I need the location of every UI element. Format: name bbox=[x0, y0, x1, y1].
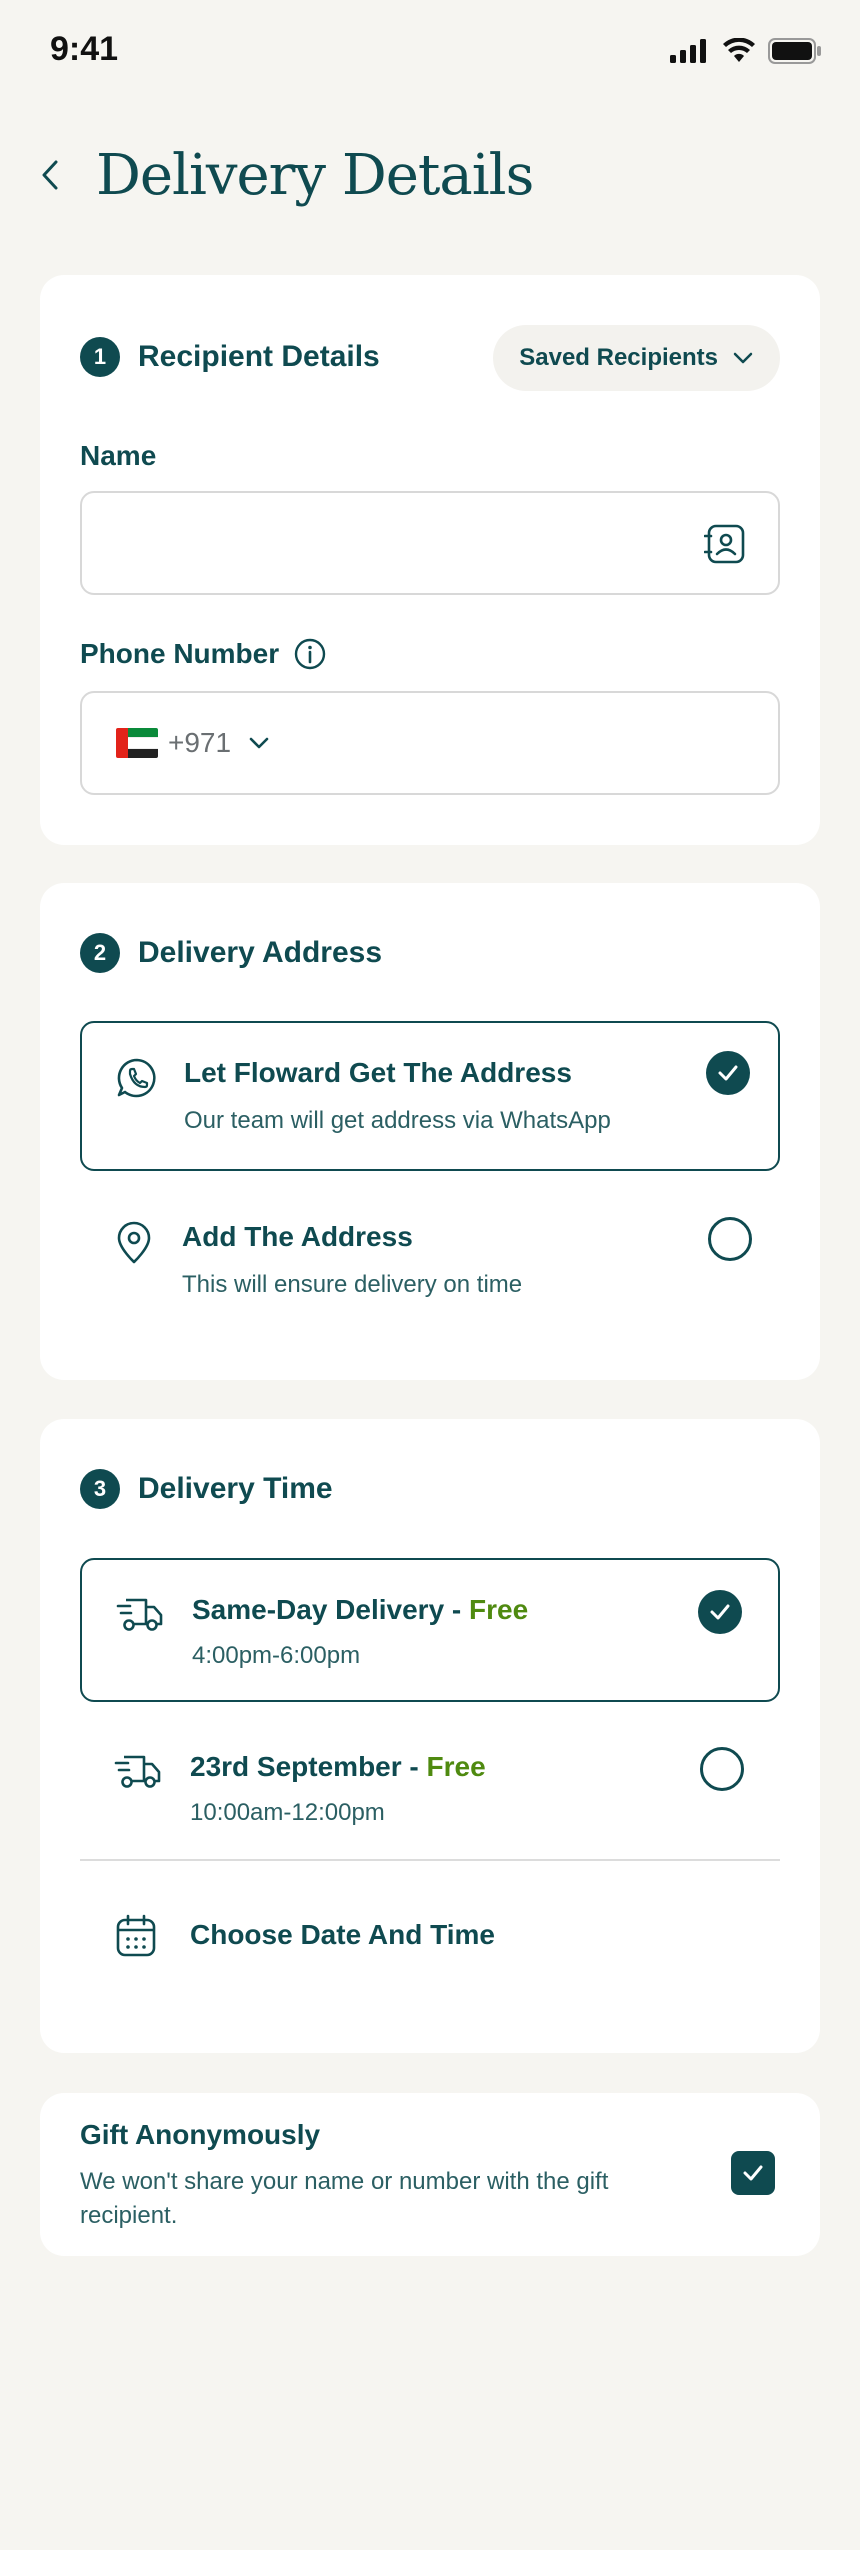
delivery-option-label: Same-Day Delivery - bbox=[192, 1594, 470, 1625]
price-free: Free bbox=[469, 1594, 529, 1625]
delivery-time-card: 3 Delivery Time Same-Day Delivery - Free… bbox=[40, 1419, 820, 2053]
address-option-floward[interactable]: Let Floward Get The Address Our team wil… bbox=[80, 1021, 780, 1171]
uae-flag-icon bbox=[116, 728, 158, 758]
check-icon bbox=[710, 1604, 730, 1620]
delivery-address-card: 2 Delivery Address Let Floward Get The A… bbox=[40, 883, 820, 1380]
step-number-badge: 3 bbox=[80, 1469, 120, 1509]
phone-number-input[interactable]: +971 bbox=[80, 691, 780, 795]
saved-recipients-label: Saved Recipients bbox=[519, 344, 718, 371]
section-title: Delivery Address bbox=[138, 936, 383, 969]
address-section-header: 2 Delivery Address bbox=[80, 933, 382, 973]
chevron-down-icon bbox=[249, 737, 269, 749]
page-title: Delivery Details bbox=[96, 142, 534, 208]
gift-anonymously-checkbox[interactable] bbox=[731, 2151, 775, 2195]
info-icon[interactable] bbox=[293, 637, 327, 671]
truck-icon bbox=[116, 1598, 163, 1631]
choose-date-time-button[interactable]: Choose Date And Time bbox=[80, 1881, 780, 1991]
divider bbox=[80, 1859, 780, 1861]
status-icons bbox=[670, 38, 822, 64]
battery-icon bbox=[768, 38, 821, 64]
time-section-header: 3 Delivery Time bbox=[80, 1469, 333, 1509]
phone-number-label: Phone Number bbox=[80, 637, 327, 671]
delivery-option-label: 23rd September - bbox=[190, 1751, 427, 1782]
option-time-range: 4:00pm-6:00pm bbox=[192, 1642, 361, 1669]
selected-radio[interactable] bbox=[698, 1590, 742, 1634]
option-time-range: 10:00am-12:00pm bbox=[190, 1799, 385, 1826]
check-icon bbox=[743, 2165, 763, 2181]
status-bar: 9:41 bbox=[0, 0, 860, 110]
country-code-selector[interactable]: +971 bbox=[116, 727, 273, 759]
section-title: Recipient Details bbox=[138, 340, 380, 373]
option-title: Add The Address bbox=[182, 1221, 413, 1252]
cellular-signal-icon bbox=[670, 39, 706, 63]
back-chevron-icon[interactable] bbox=[40, 155, 70, 195]
whatsapp-icon bbox=[117, 1058, 156, 1098]
step-number-badge: 2 bbox=[80, 933, 120, 973]
option-title: 23rd September - Free bbox=[190, 1751, 486, 1783]
recipient-details-card: 1 Recipient Details Saved Recipients Nam… bbox=[40, 275, 820, 845]
name-label-text: Name bbox=[80, 440, 157, 471]
unselected-radio[interactable] bbox=[700, 1747, 744, 1791]
name-label: Name bbox=[80, 440, 156, 472]
check-icon bbox=[718, 1065, 738, 1081]
choose-date-time-label: Choose Date And Time bbox=[190, 1919, 495, 1950]
gift-subtitle: We won't share your name or number with … bbox=[80, 2168, 609, 2229]
calendar-icon bbox=[116, 1914, 156, 1957]
address-option-add[interactable]: Add The Address This will ensure deliver… bbox=[80, 1187, 780, 1337]
price-free: Free bbox=[426, 1751, 486, 1782]
location-pin-icon bbox=[117, 1221, 151, 1264]
option-subtitle: This will ensure delivery on time bbox=[182, 1271, 523, 1298]
contact-book-icon[interactable] bbox=[703, 523, 746, 569]
saved-recipients-button[interactable]: Saved Recipients bbox=[493, 325, 780, 391]
chevron-down-icon bbox=[733, 352, 753, 364]
step-number-badge: 1 bbox=[80, 337, 120, 377]
status-time: 9:41 bbox=[50, 30, 119, 68]
header: Delivery Details bbox=[40, 135, 534, 215]
gift-title: Gift Anonymously bbox=[80, 2119, 321, 2150]
recipient-section-header: 1 Recipient Details bbox=[80, 337, 380, 377]
delivery-option-same-day[interactable]: Same-Day Delivery - Free 4:00pm-6:00pm bbox=[80, 1558, 780, 1702]
selected-radio[interactable] bbox=[706, 1051, 750, 1095]
option-title: Let Floward Get The Address bbox=[184, 1057, 572, 1088]
unselected-radio[interactable] bbox=[708, 1217, 752, 1261]
phone-label-text: Phone Number bbox=[80, 638, 280, 669]
section-title: Delivery Time bbox=[138, 1472, 333, 1505]
wifi-icon bbox=[723, 38, 755, 62]
country-code: +971 bbox=[168, 727, 232, 758]
option-title: Same-Day Delivery - Free bbox=[192, 1594, 528, 1626]
gift-anonymously-card: Gift Anonymously We won't share your nam… bbox=[40, 2093, 820, 2256]
name-input[interactable] bbox=[80, 491, 780, 595]
truck-icon bbox=[114, 1755, 161, 1788]
option-subtitle: Our team will get address via WhatsApp bbox=[184, 1107, 611, 1134]
delivery-option-date[interactable]: 23rd September - Free 10:00am-12:00pm bbox=[80, 1717, 780, 1861]
